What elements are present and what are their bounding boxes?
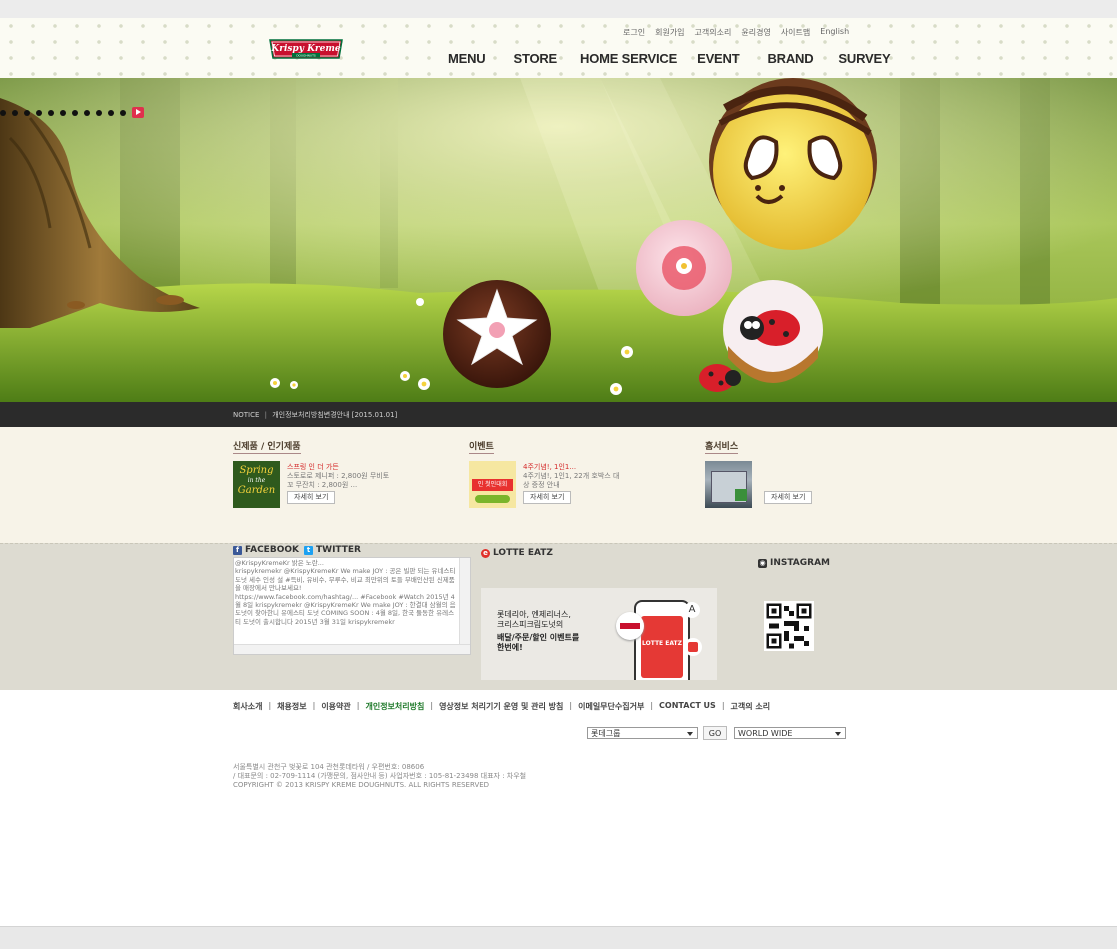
feed-horizontal-scrollbar[interactable] [234,644,470,654]
footer-nav: 회사소개 | 채용정보 | 이용약관 | 개인정보처리방침 | 영상정보 처리기기 운영… [233,701,771,712]
pager-dot[interactable] [96,109,102,116]
lotte-eatz-banner[interactable]: 롯데리아, 엔제리너스, 크리스피크림도넛의 배달/주문/할인 이벤트를 한번에… [481,588,717,680]
new-menu-desc-1: 스토로로 제니퍼 : 2,800원 무비토 [287,472,390,480]
instagram-title[interactable]: ◉ INSTAGRAM [758,558,830,568]
footer-link-careers[interactable]: 채용정보 [277,701,306,712]
notice-link[interactable]: 개인정보처리방침변경안내 [2015.01.01] [272,411,397,419]
new-menu-thumbnail[interactable]: Spring in the Garden [233,461,280,508]
twitter-tab[interactable]: t TWITTER [304,545,361,555]
browser-top-bar [0,0,1117,18]
event-thumbnail[interactable]: 인 첫인대회 [469,461,516,508]
facebook-tab[interactable]: f FACEBOOK [233,545,299,555]
browser-bottom-bar [0,926,1117,949]
login-link[interactable]: 로그인 [618,27,650,38]
pager-dot[interactable] [48,109,54,116]
new-menu-title[interactable]: 신제품 / 인기제품 [233,439,301,454]
footer-link-customer-voice[interactable]: 고객의 소리 [731,701,771,712]
company-info: 서울특별시 관천구 벚꽃로 104 관천롯데타워 / 우편번호: 08606 /… [233,763,526,790]
footer-link-contact[interactable]: CONTACT US [659,701,716,712]
krispy-kreme-logo[interactable]: Krispy Kreme DOUGHNUTS [268,37,344,61]
ethics-link[interactable]: 윤리경영 [736,27,775,38]
english-link[interactable]: English [815,27,854,38]
page: Krispy Kreme DOUGHNUTS 로그인 회원가입 고객의소리 윤리… [0,18,1117,926]
play-icon[interactable] [132,107,144,118]
nav-menu[interactable]: MENU [448,51,486,66]
group-select[interactable]: 롯데그룹 [587,727,698,739]
svg-text:DOUGHNUTS: DOUGHNUTS [296,53,316,57]
nav-event[interactable]: EVENT [697,51,740,66]
home-service-title[interactable]: 홈서비스 [705,439,739,454]
phone-illustration: LOTTE EATZ [634,600,690,680]
instagram-qr-code[interactable] [764,601,814,651]
world-wide-select[interactable]: WORLD WIDE [734,727,846,739]
new-menu-desc-2: 꼬 무잔치 : 2,800원 ... [287,481,358,489]
lotte-eatz-line: 크리스피크림도넛의 [497,620,564,629]
pager-dot[interactable] [60,109,66,116]
twitter-icon: t [304,545,313,555]
social-section: f FACEBOOK t TWITTER @KrispyKremeKr 밝은 노… [0,543,1117,690]
hero-banner[interactable] [0,78,1117,402]
main-nav: MENU STORE HOME SERVICE EVENT BRAND SURV… [448,51,891,66]
notice-label: NOTICE [233,411,260,419]
nav-home-service[interactable]: HOME SERVICE [580,51,677,66]
footer-link-terms[interactable]: 이용약관 [321,701,350,712]
footer-link-email-refusal[interactable]: 이메일무단수집거부 [578,701,644,712]
pager-dot[interactable] [108,109,114,116]
pager-dot[interactable] [120,109,126,116]
new-menu-headline[interactable]: 스프링 인 더 가든 [287,463,339,472]
notice-bar: NOTICE | 개인정보처리방침변경안내 [2015.01.01] [0,402,1117,427]
lotteria-icon [684,638,702,656]
social-feed-text: @KrispyKremeKr 밝은 노란... krispykremekr @K… [235,559,456,626]
lotte-eatz-title[interactable]: e LOTTE EATZ [481,548,553,558]
hero-illustration [0,78,1117,402]
event-more-button[interactable]: 자세히 보기 [523,491,572,504]
site-header: Krispy Kreme DOUGHNUTS 로그인 회원가입 고객의소리 윤리… [0,18,1117,79]
sitemap-link[interactable]: 사이트맵 [776,27,815,38]
event-desc-1: 4주기념!, 1인1, 22개 호박스 대 [523,472,620,480]
lotte-eatz-line: 배달/주문/할인 이벤트를 [497,633,580,642]
feed-vertical-scrollbar[interactable] [459,558,470,644]
customer-voice-link[interactable]: 고객의소리 [690,27,737,38]
footer-link-cctv-policy[interactable]: 영상정보 처리기기 운영 및 관리 방침 [439,701,563,712]
krispy-kreme-badge-icon [616,612,644,640]
pager-dot[interactable] [24,109,30,116]
new-menu-more-button[interactable]: 자세히 보기 [287,491,336,504]
pager-dot[interactable] [84,109,90,116]
nav-store[interactable]: STORE [513,51,557,66]
nav-survey[interactable]: SURVEY [838,51,890,66]
go-button[interactable]: GO [703,726,727,740]
pager-dot[interactable] [12,109,18,116]
event-headline[interactable]: 4주기념!, 1인1... [523,463,576,472]
angelinus-icon: A [684,602,700,618]
pager-dot[interactable] [72,109,78,116]
event-desc-2: 상 증정 안내 [523,481,560,489]
lotte-eatz-line: 롯데리아, 엔제리너스, [497,610,571,619]
footer-link-privacy[interactable]: 개인정보처리방침 [365,701,424,712]
pager-dot[interactable] [0,109,6,116]
address-line: 서울특별시 관천구 벚꽃로 104 관천롯데타워 / 우편번호: 08606 [233,763,425,771]
lotte-eatz-icon: e [481,548,490,558]
join-link[interactable]: 회원가입 [650,27,689,38]
home-service-thumbnail[interactable] [705,461,752,508]
home-service-more-button[interactable]: 자세히 보기 [764,491,813,504]
lotte-eatz-line: 한번에! [497,643,523,652]
event-title[interactable]: 이벤트 [469,439,494,454]
contact-line: / 대표문의 : 02-709-1114 (가맹문의, 점사안내 등) 사업자번… [233,772,527,780]
pager-dot[interactable] [36,109,42,116]
facebook-icon: f [233,545,242,555]
social-feed[interactable]: @KrispyKremeKr 밝은 노란... krispykremekr @K… [233,557,471,655]
nav-brand[interactable]: BRAND [767,51,813,66]
utility-links: 로그인 회원가입 고객의소리 윤리경영 사이트맵 English [618,27,854,38]
footer-link-company[interactable]: 회사소개 [233,701,262,712]
banner-pager [0,107,144,118]
copyright: COPYRIGHT © 2013 KRISPY KREME DOUGHNUTS.… [233,781,490,789]
instagram-icon: ◉ [758,558,767,568]
news-section: 신제품 / 인기제품 Spring in the Garden 스프링 인 더 … [0,427,1117,543]
